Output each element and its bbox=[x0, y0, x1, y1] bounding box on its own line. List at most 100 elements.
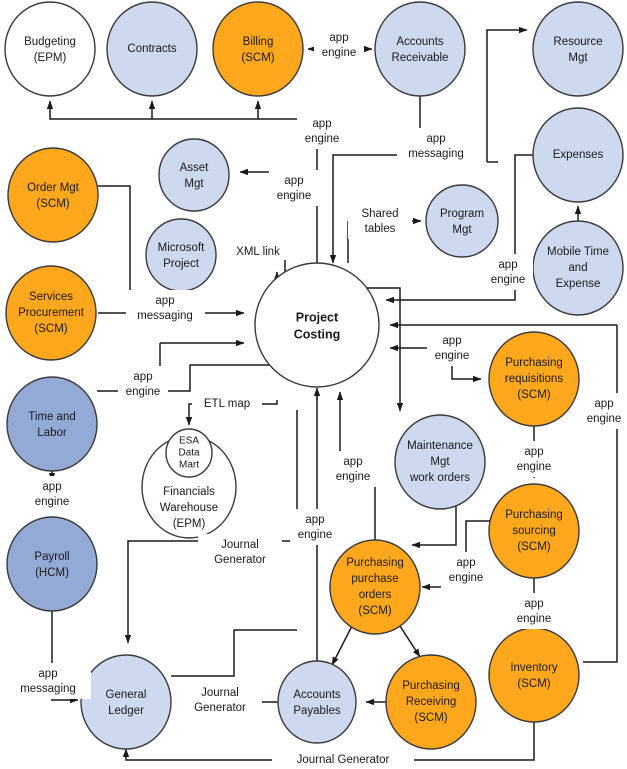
node-accounts-receivable[interactable]: Accounts Receivable bbox=[374, 1, 466, 97]
node-payroll-shape[interactable] bbox=[6, 516, 98, 612]
node-time-and-labor-shape[interactable] bbox=[6, 376, 98, 472]
node-fw-label-2: (EPM) bbox=[173, 518, 206, 530]
node-order-mgt-label-1: (SCM) bbox=[36, 198, 69, 210]
lbl-jgw-0: Journal bbox=[221, 539, 259, 551]
node-services-label-2: (SCM) bbox=[34, 323, 67, 335]
lbl-tlp-0: app bbox=[42, 481, 61, 493]
node-purchasing-receiving[interactable]: Purchasing Receiving (SCM) bbox=[385, 654, 477, 750]
node-maint-label-1: Mgt bbox=[430, 456, 450, 468]
node-purchasing-purchase-orders-shape[interactable] bbox=[329, 539, 421, 635]
node-inventory[interactable]: Inventory (SCM) bbox=[488, 627, 580, 723]
edge-label-expenses-in: app engine bbox=[483, 254, 533, 290]
node-asset-mgt[interactable]: Asset Mgt bbox=[158, 138, 230, 212]
node-program-mgt-shape[interactable] bbox=[425, 184, 499, 258]
node-microsoft-project-label-1: Project bbox=[163, 258, 200, 270]
node-mobile-label-1: and bbox=[568, 262, 587, 274]
node-program-mgt[interactable]: Program Mgt bbox=[425, 184, 499, 258]
node-microsoft-project-shape[interactable] bbox=[145, 218, 217, 292]
node-resource-mgt-shape[interactable] bbox=[532, 1, 624, 97]
node-accounts-payables-shape[interactable] bbox=[277, 660, 357, 744]
edge-label-po-up-engine: app engine bbox=[328, 451, 378, 487]
node-billing-label-0: Billing bbox=[243, 36, 274, 48]
node-recv-label-1: Receiving bbox=[406, 696, 457, 708]
lbl-etl-0: ETL map bbox=[204, 398, 250, 410]
node-budgeting-shape[interactable] bbox=[4, 1, 96, 97]
node-microsoft-project[interactable]: Microsoft Project bbox=[145, 218, 217, 292]
node-services-label-1: Procurement bbox=[18, 307, 85, 319]
edge-to-resource-mgt bbox=[486, 26, 528, 162]
node-resource-mgt[interactable]: Resource Mgt bbox=[532, 1, 624, 97]
lbl-tl-eng-0: app bbox=[133, 371, 152, 383]
node-accounts-payables[interactable]: Accounts Payables bbox=[277, 660, 357, 744]
node-project-costing-shape[interactable] bbox=[254, 262, 380, 388]
node-time-labor-label-1: Labor bbox=[37, 427, 67, 439]
lbl-exp-in-1: engine bbox=[491, 274, 526, 286]
lbl-ar-billing-0: app bbox=[329, 32, 348, 44]
edge-right-rail bbox=[583, 325, 618, 663]
node-sourcing-label-1: sourcing bbox=[512, 525, 555, 537]
node-fw-label-0: Financials bbox=[163, 486, 215, 498]
lbl-ap2gl-0: Journal bbox=[201, 687, 239, 699]
edge-label-req-engine: app engine bbox=[427, 330, 477, 366]
node-billing[interactable]: Billing (SCM) bbox=[212, 1, 304, 97]
node-payroll-label-1: (HCM) bbox=[35, 567, 69, 579]
node-po-label-2: orders bbox=[359, 589, 392, 601]
edge-ap-rail-to-gl bbox=[171, 629, 297, 677]
node-purchasing-purchase-orders[interactable]: Purchasing purchase orders (SCM) bbox=[329, 539, 421, 635]
node-billing-shape[interactable] bbox=[212, 1, 304, 97]
lbl-pgl-0: app bbox=[38, 668, 57, 680]
lbl-s2inv-1: engine bbox=[517, 613, 552, 625]
lbl-s2po-0: app bbox=[456, 557, 475, 569]
node-order-mgt-shape[interactable] bbox=[7, 147, 99, 243]
node-esa-label-2: Mart bbox=[179, 460, 199, 471]
node-expenses[interactable]: Expenses bbox=[532, 107, 624, 203]
lbl-shared-1: tables bbox=[365, 223, 396, 235]
lbl-po-up-1: engine bbox=[336, 471, 371, 483]
lbl-ap-up-1: engine bbox=[298, 529, 333, 541]
node-time-and-labor[interactable]: Time and Labor bbox=[6, 376, 98, 472]
lbl-tlp-1: engine bbox=[35, 496, 70, 508]
node-maint-label-0: Maintenance bbox=[407, 440, 473, 452]
lbl-sp-msg-1: messaging bbox=[137, 310, 193, 322]
lbl-ar-down-0: app bbox=[426, 133, 445, 145]
node-project-costing[interactable]: Project Costing bbox=[254, 262, 380, 388]
edge-label-req-to-sourcing: app engine bbox=[509, 441, 559, 477]
node-esa-data-mart[interactable]: ESA Data Mart bbox=[165, 428, 213, 478]
node-mobile-label-2: Expense bbox=[556, 278, 601, 290]
node-purchasing-sourcing[interactable]: Purchasing sourcing (SCM) bbox=[488, 483, 580, 579]
node-ap-label-0: Accounts bbox=[293, 689, 341, 701]
lbl-r2s-1: engine bbox=[517, 461, 552, 473]
node-budgeting-label-0: Budgeting bbox=[24, 36, 76, 48]
node-payroll[interactable]: Payroll (HCM) bbox=[6, 516, 98, 612]
lbl-sp-msg-0: app bbox=[155, 295, 174, 307]
node-budgeting[interactable]: Budgeting (EPM) bbox=[4, 1, 96, 97]
node-contracts[interactable]: Contracts bbox=[106, 1, 198, 97]
diagram-canvas: Budgeting (EPM) Contracts Billing (SCM) … bbox=[0, 0, 627, 769]
lbl-top-bus-0: app bbox=[312, 118, 331, 130]
edge-order-services-bus bbox=[98, 185, 131, 314]
node-accounts-receivable-shape[interactable] bbox=[374, 1, 466, 97]
node-purchasing-requisitions[interactable]: Purchasing requisitions (SCM) bbox=[488, 331, 580, 427]
node-req-label-0: Purchasing bbox=[505, 357, 563, 369]
edge-label-top-bus: app engine bbox=[297, 113, 347, 149]
edge-label-etl-map: ETL map bbox=[196, 396, 258, 412]
edge-label-time-labor-payroll: app engine bbox=[27, 476, 77, 512]
node-inventory-label-0: Inventory bbox=[510, 662, 558, 674]
node-inventory-shape[interactable] bbox=[488, 627, 580, 723]
node-general-ledger-shape[interactable] bbox=[80, 654, 172, 750]
lbl-ap2gl-1: Generator bbox=[194, 702, 246, 714]
edge-label-ap-up-engine: app engine bbox=[290, 509, 340, 545]
node-maint-label-2: work orders bbox=[409, 472, 470, 484]
node-mobile-time-and-expense[interactable]: Mobile Time and Expense bbox=[532, 220, 624, 316]
lbl-pgl-1: messaging bbox=[20, 683, 76, 695]
edge-maintenance-to-po bbox=[411, 505, 457, 549]
lbl-asset-in-0: app bbox=[284, 175, 303, 187]
node-services-procurement[interactable]: Services Procurement (SCM) bbox=[5, 265, 97, 361]
node-asset-mgt-shape[interactable] bbox=[158, 138, 230, 212]
node-maintenance-mgt-work-orders[interactable]: Maintenance Mgt work orders bbox=[394, 414, 486, 510]
node-general-ledger[interactable]: General Ledger bbox=[80, 654, 172, 750]
lbl-shared-0: Shared bbox=[361, 208, 398, 220]
node-order-mgt[interactable]: Order Mgt (SCM) bbox=[7, 147, 99, 243]
node-sourcing-label-0: Purchasing bbox=[505, 509, 563, 521]
edge-etl-map-right bbox=[262, 400, 278, 405]
